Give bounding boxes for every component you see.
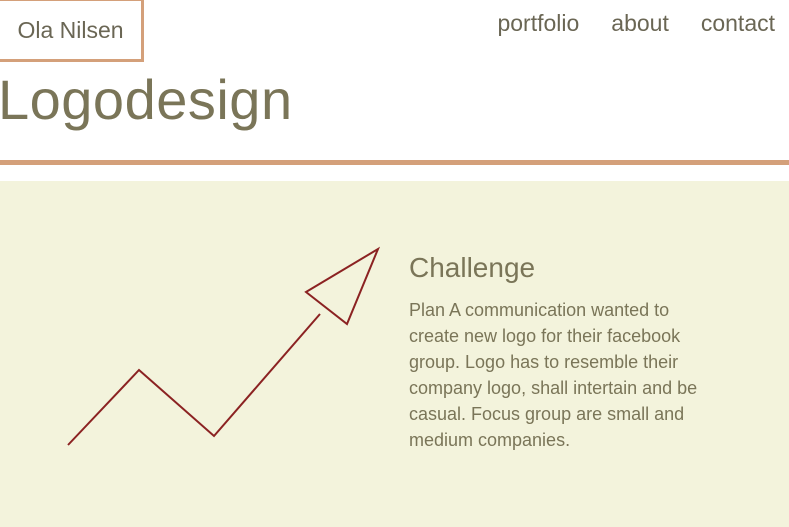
header-divider (0, 160, 789, 165)
page: Ola Nilsen portfolio about contact Logod… (0, 0, 789, 527)
challenge-description: Plan A communication wanted to create ne… (409, 299, 698, 450)
brand-logo[interactable]: Ola Nilsen (0, 0, 144, 62)
page-title: Logodesign (0, 68, 293, 131)
nav-link-contact[interactable]: contact (701, 10, 775, 37)
nav-link-about[interactable]: about (611, 10, 669, 37)
content-section: Challenge Plan A communication wanted to… (0, 181, 789, 527)
challenge-heading: Challenge (409, 252, 536, 283)
brand-name: Ola Nilsen (17, 16, 124, 43)
main-nav: portfolio about contact (497, 10, 775, 37)
challenge-block: Challenge Plan A communication wanted to… (409, 251, 719, 453)
nav-link-portfolio[interactable]: portfolio (497, 10, 579, 37)
